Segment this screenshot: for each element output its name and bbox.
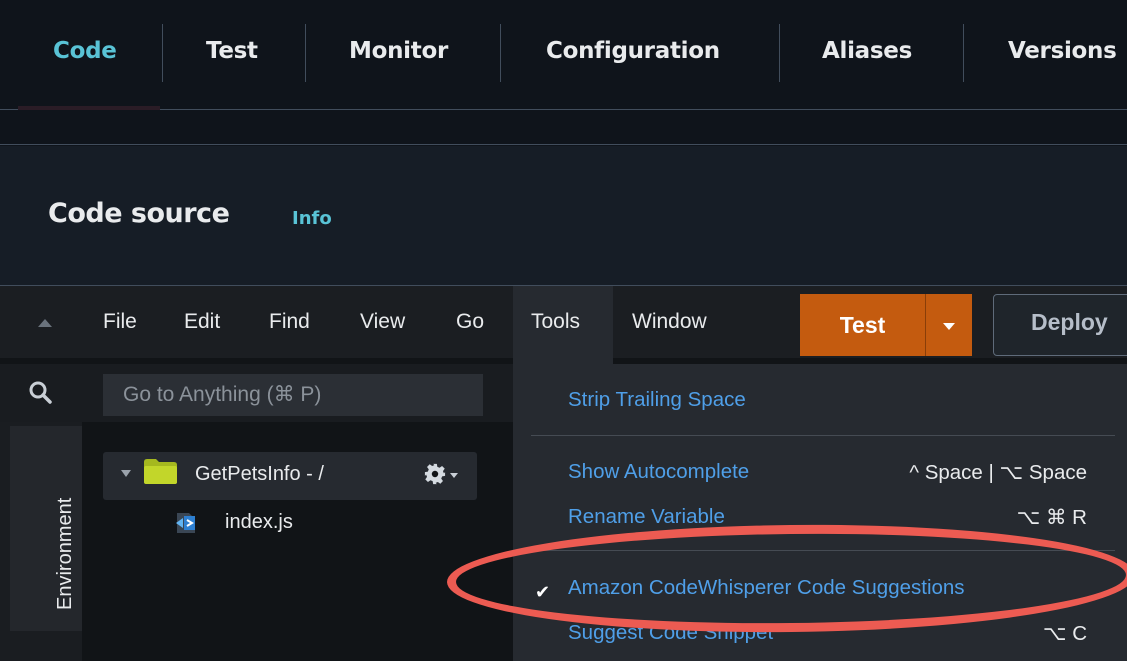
menu-item-codewhisperer-suggestions[interactable]: Amazon CodeWhisperer Code Suggestions <box>568 576 965 600</box>
menu-window[interactable]: Window <box>632 310 707 334</box>
environment-label: Environment <box>54 497 76 610</box>
go-to-anything-bar <box>0 364 513 422</box>
menu-tools[interactable]: Tools <box>531 310 580 334</box>
go-to-anything-input[interactable] <box>103 374 483 416</box>
tab-code[interactable]: Code <box>53 38 117 64</box>
menu-find[interactable]: Find <box>269 310 310 334</box>
menu-divider <box>531 550 1115 551</box>
menu-divider <box>531 435 1115 436</box>
folder-icon <box>144 459 177 484</box>
folder-label: GetPetsInfo - / <box>195 463 324 485</box>
test-button[interactable]: Test <box>800 294 925 356</box>
checkmark-icon: ✔ <box>535 582 551 602</box>
tab-monitor[interactable]: Monitor <box>349 38 448 64</box>
spacer-band <box>0 111 1127 145</box>
test-dropdown-button[interactable] <box>925 294 972 356</box>
menu-item-rename-variable[interactable]: Rename Variable <box>568 505 725 529</box>
shortcut-show-autocomplete: ^ Space | ⌥ Space <box>909 461 1087 484</box>
menu-edit[interactable]: Edit <box>184 310 220 334</box>
tools-dropdown-menu: Strip Trailing Space Show Autocomplete ^… <box>513 364 1127 661</box>
code-source-header: Code source Info <box>0 146 1127 286</box>
function-tabs: Code Test Monitor Configuration Aliases … <box>0 0 1127 110</box>
tab-divider <box>305 24 306 82</box>
ide-menubar: File Edit Find View Go Tools Window Test… <box>0 286 1127 364</box>
menu-item-show-autocomplete[interactable]: Show Autocomplete <box>568 460 749 484</box>
shortcut-suggest-code-snippet: ⌥ C <box>1042 622 1087 645</box>
tab-configuration[interactable]: Configuration <box>546 38 720 64</box>
collapse-arrow-icon[interactable] <box>38 319 52 327</box>
tab-divider <box>500 24 501 82</box>
file-label-index[interactable]: index.js <box>225 511 293 534</box>
menu-item-suggest-code-snippet[interactable]: Suggest Code Snippet <box>568 621 773 645</box>
search-icon[interactable] <box>28 380 52 404</box>
menu-file[interactable]: File <box>103 310 137 334</box>
tab-versions[interactable]: Versions <box>1008 38 1117 64</box>
js-file-icon <box>176 513 195 533</box>
menu-go[interactable]: Go <box>456 310 484 334</box>
code-editor: File Edit Find View Go Tools Window Test… <box>0 286 1127 661</box>
page-title: Code source <box>48 198 230 229</box>
file-tree: GetPetsInfo - / index.js <box>82 422 513 661</box>
tab-test[interactable]: Test <box>206 38 258 64</box>
info-link[interactable]: Info <box>292 208 332 229</box>
shortcut-rename-variable: ⌥ ⌘ R <box>1016 506 1087 529</box>
active-tab-indicator <box>18 106 160 110</box>
chevron-down-icon[interactable] <box>450 473 458 478</box>
tab-aliases[interactable]: Aliases <box>822 38 912 64</box>
menu-view[interactable]: View <box>360 310 405 334</box>
deploy-button[interactable]: Deploy <box>993 294 1127 356</box>
side-panel-strip: Environment <box>0 422 82 661</box>
tab-divider <box>162 24 163 82</box>
caret-down-icon <box>943 323 955 330</box>
gear-icon[interactable] <box>424 463 446 485</box>
menu-item-strip-trailing-space[interactable]: Strip Trailing Space <box>568 388 746 412</box>
tab-divider <box>779 24 780 82</box>
tab-divider <box>963 24 964 82</box>
expand-caret-icon[interactable] <box>121 470 131 477</box>
